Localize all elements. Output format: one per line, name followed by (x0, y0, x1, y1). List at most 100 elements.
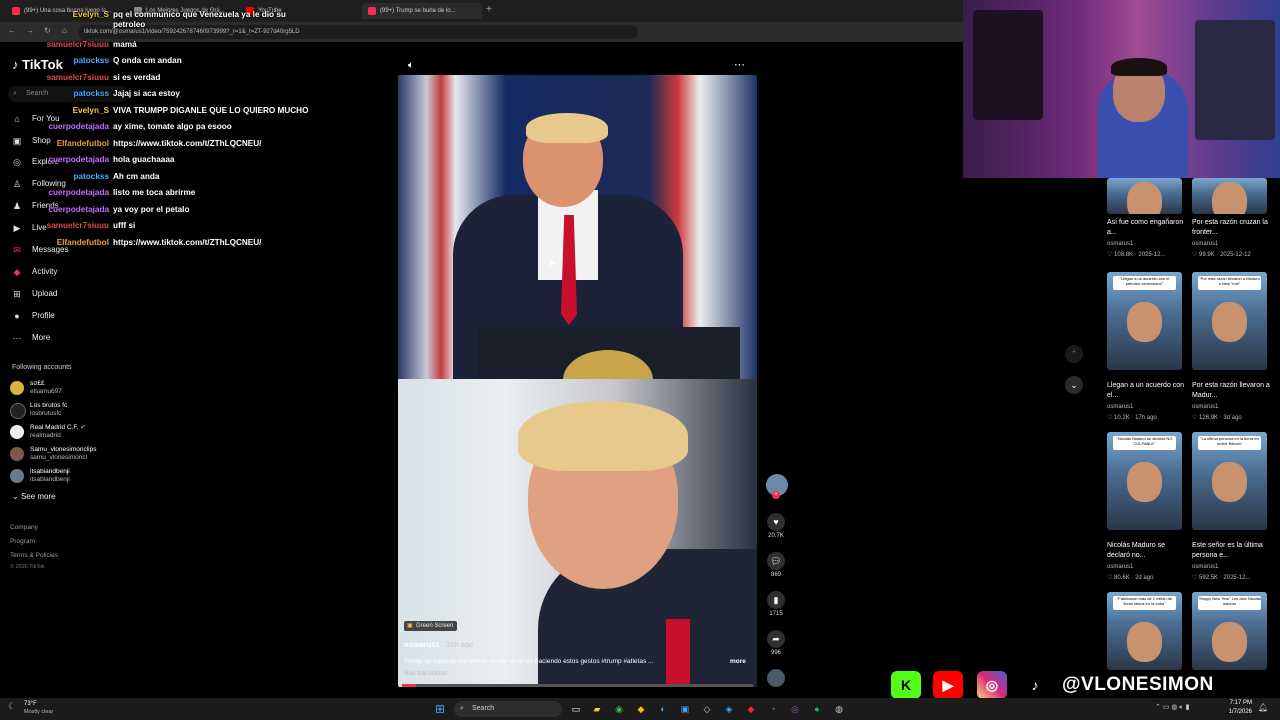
video-player[interactable]: ▣ Green Screen osmarus1 · 22h ago Trump s… (398, 75, 757, 687)
creator-avatar-button[interactable]: + (766, 474, 788, 499)
account-item[interactable]: Samu_vlonesimonclips samu_vlonesimoncl (10, 446, 96, 462)
thumbnail-caption: "La última persona en la tierra en recib… (1198, 436, 1261, 450)
account-item[interactable]: Real Madrid C.F. ✔ realmadrid (10, 424, 86, 440)
related-video-thumbnail[interactable] (1107, 178, 1182, 214)
related-video-title[interactable]: Así fue como engañaron a... (1107, 218, 1187, 238)
related-date: 17h ago (1135, 415, 1157, 421)
edge-icon[interactable]: ◐ (656, 702, 670, 716)
related-video-title[interactable]: Por esta razón llevaron a Madur... (1192, 381, 1272, 401)
account-item[interactable]: ꜱσ££ elsamu697 (10, 380, 62, 396)
dropbox-icon[interactable]: ◈ (722, 702, 736, 716)
nav-upload[interactable]: ⊞ Upload (12, 287, 57, 301)
system-tray-icons[interactable]: ⌃ ▭ ◍ 🔈︎ ▮ (1155, 703, 1189, 712)
face-shape (1212, 622, 1247, 662)
see-more-button[interactable]: ⌄ See more (12, 492, 56, 501)
notification-icon[interactable]: 🔔︎ (1258, 703, 1268, 712)
related-video-author[interactable]: osmarus1 (1107, 564, 1187, 570)
account-name: ꜱσ££ (30, 380, 45, 387)
green-screen-badge[interactable]: ▣ Green Screen (404, 621, 458, 631)
account-item[interactable]: Los brutos fc losbrutosfc (10, 402, 67, 419)
related-video-title[interactable]: Llegan a un acuerdo con el... (1107, 381, 1187, 401)
face-shape (1127, 302, 1162, 342)
file-explorer-icon[interactable]: ▰ (590, 702, 604, 716)
account-handle: itsabiandbenji (30, 476, 70, 483)
app-icon[interactable]: ◎ (788, 702, 802, 716)
related-video-title[interactable]: Por esta razón cruzan la fronter... (1192, 218, 1272, 238)
footer-company-link[interactable]: Company (10, 524, 38, 531)
thumbnail-caption: "Fabricaron más de 1 millón de libros fa… (1113, 596, 1176, 610)
chat-message: cuerpodetajada ay xime, tomate algo pa es… (14, 122, 231, 131)
related-video-thumbnail[interactable] (1192, 178, 1267, 214)
task-view-icon[interactable]: ▭ (569, 702, 583, 716)
browser-tab-active[interactable]: (99+) Trump se burla de lo... (362, 3, 482, 19)
related-video-thumbnail[interactable]: "Fabricaron más de 1 millón de libros fa… (1107, 592, 1182, 670)
related-date: 2d ago (1135, 575, 1154, 581)
related-video-stats: ♡ 592.5K · 2025-12... (1192, 574, 1272, 581)
more-options-icon[interactable]: ⋯ (734, 58, 745, 71)
nav-activity[interactable]: ◆ Activity (12, 265, 58, 279)
upload-icon: ⊞ (13, 289, 21, 299)
chat-text: ya voy por el petalo (113, 205, 190, 214)
mouse-cursor-icon: ➤ (548, 258, 557, 269)
face-shape (1212, 182, 1247, 214)
account-item[interactable]: itsabiandbenji itsabiandbenji (10, 468, 70, 484)
volume-icon[interactable]: 🔈︎ (408, 60, 414, 71)
chat-message: patockss Q onda cm andan (14, 56, 182, 65)
nav-profile[interactable]: ● Profile (12, 309, 54, 323)
related-video-author[interactable]: osmarus1 (1107, 241, 1187, 247)
music-disc-button[interactable] (766, 669, 786, 687)
profile-icon: ● (14, 311, 20, 321)
video-author[interactable]: osmarus1 · 22h ago (404, 640, 473, 649)
previous-video-icon[interactable]: ⌃ (1065, 345, 1083, 363)
account-handle: realmadrid (30, 432, 61, 439)
app-icon[interactable]: ◆ (634, 702, 648, 716)
app-icon[interactable]: ◆ (744, 702, 758, 716)
discord-icon[interactable]: ◔ (766, 702, 780, 716)
windows-start-icon[interactable]: ⊞ (433, 702, 447, 716)
related-video-author[interactable]: osmarus1 (1107, 404, 1187, 410)
obs-icon[interactable]: ◍ (832, 702, 846, 716)
like-button[interactable]: ♥ 20.7K (766, 513, 786, 539)
next-video-icon[interactable]: ⌄ (1065, 376, 1083, 394)
taskbar-search[interactable]: ⌕ Search (454, 701, 562, 717)
app-icon[interactable]: ◇ (700, 702, 714, 716)
related-video-thumbnail[interactable]: "Happy New Year" Les dice Nicolás maduro (1192, 592, 1267, 670)
see-translation-link[interactable]: See translation (404, 670, 447, 677)
new-tab-icon[interactable]: + (486, 4, 492, 15)
store-icon[interactable]: ▣ (678, 702, 692, 716)
related-video-author[interactable]: osmarus1 (1192, 564, 1272, 570)
thumbnail-caption: "Llegan a un acuerdo con el petroleo ven… (1113, 276, 1176, 290)
related-video-title[interactable]: Este señor es la última persona e... (1192, 541, 1272, 561)
share-button[interactable]: ➦ 996 (766, 630, 786, 656)
footer-terms-link[interactable]: Terms & Policies (10, 552, 58, 559)
related-video-thumbnail[interactable]: "Por esta razón llevaron a Maduro a New … (1192, 272, 1267, 370)
related-video-thumbnail[interactable]: "Nicolás Maduro se declaró NO CULPABLE" (1107, 432, 1182, 530)
chat-message: Evelyn_S pq el communico que Venezuela ya… (14, 10, 303, 30)
clock-date[interactable]: 1/7/2026 (1216, 709, 1252, 715)
chat-text: Ah cm anda (113, 172, 160, 181)
clock-time[interactable]: 7:17 PM (1216, 700, 1252, 706)
nav-label: Upload (32, 289, 58, 298)
related-video-author[interactable]: osmarus1 (1192, 241, 1272, 247)
more-link[interactable]: more (730, 658, 746, 665)
chat-message: cuerpodetajada listo me toca abrirme (14, 188, 195, 197)
spotify-icon[interactable]: ● (810, 702, 824, 716)
video-progress-track[interactable] (402, 684, 753, 687)
follow-plus-icon[interactable]: + (772, 491, 780, 499)
related-video-title[interactable]: Nicolás Maduro se declaró no... (1107, 541, 1187, 561)
chrome-icon[interactable]: ◉ (612, 702, 626, 716)
comment-button[interactable]: 💬︎ 869 (766, 552, 786, 578)
related-date: 2025-12-12 (1220, 252, 1251, 258)
related-video-thumbnail[interactable]: "La última persona en la tierra en recib… (1192, 432, 1267, 530)
avatar (10, 381, 24, 395)
streamer-webcam (963, 0, 1280, 178)
nav-more[interactable]: ⋯ More (12, 331, 51, 345)
nav-label: More (32, 333, 51, 342)
footer-program-link[interactable]: Program (10, 538, 35, 545)
related-video-thumbnail[interactable]: "Llegan a un acuerdo con el petroleo ven… (1107, 272, 1182, 370)
save-button[interactable]: ▮ 1715 (766, 591, 786, 617)
weather-temp[interactable]: 73°F (24, 701, 37, 707)
related-video-author[interactable]: osmarus1 (1192, 404, 1272, 410)
share-count: 996 (770, 650, 781, 656)
music-disc-icon (767, 669, 785, 687)
